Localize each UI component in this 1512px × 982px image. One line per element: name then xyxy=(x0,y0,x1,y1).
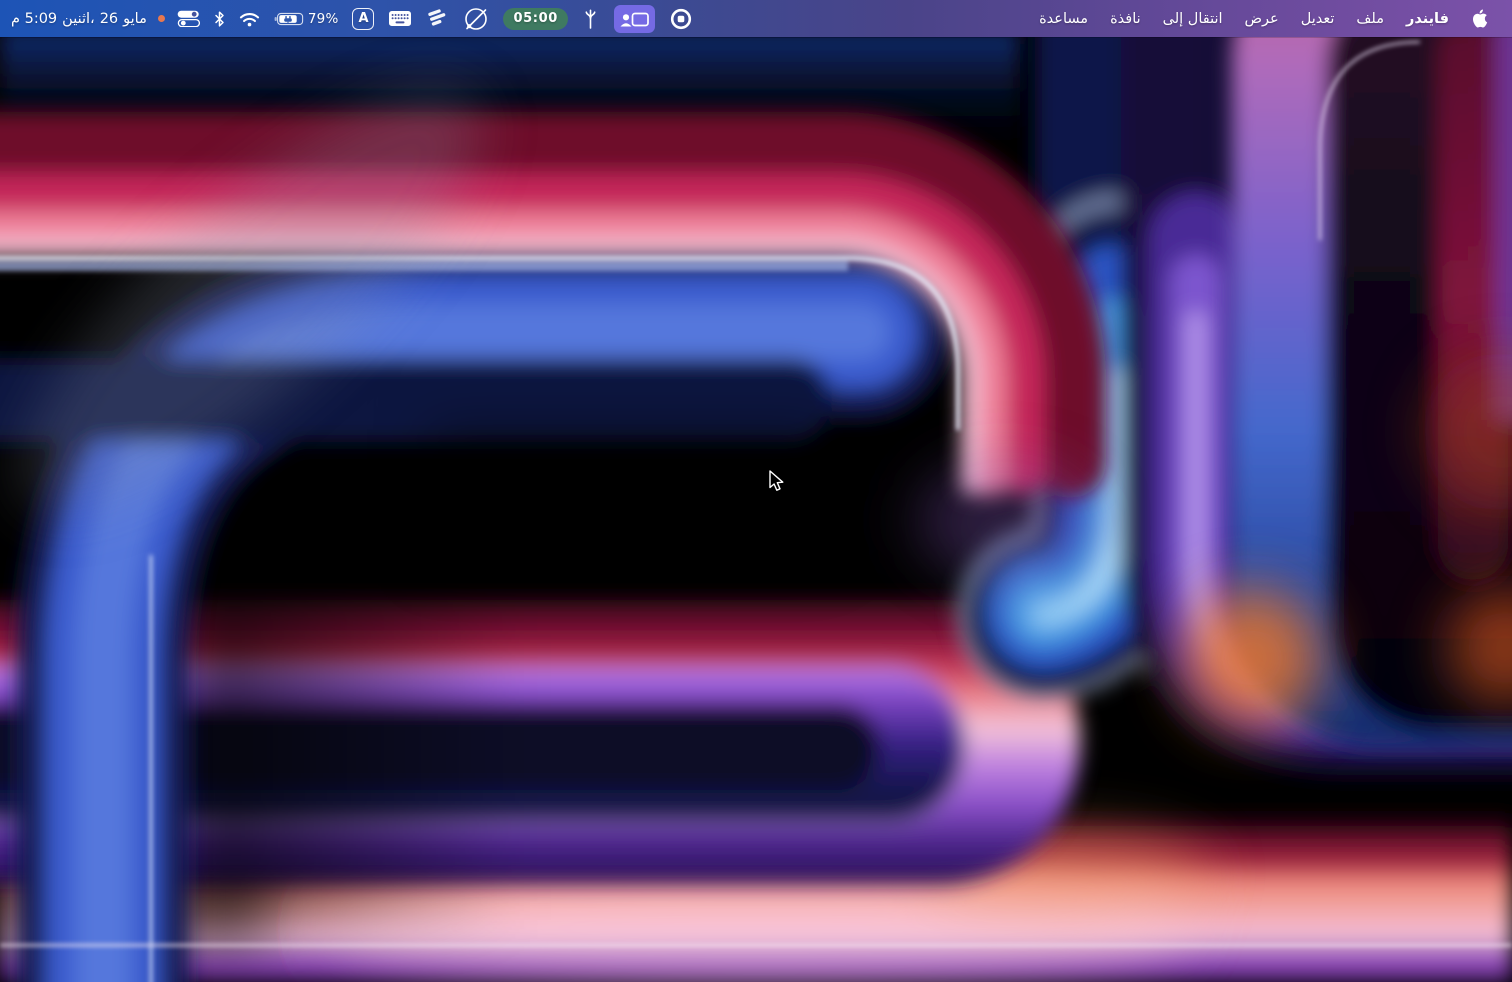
clock-date-word: اثنين، xyxy=(62,11,95,27)
keyboard-icon xyxy=(388,10,412,27)
control-center-toggles-icon xyxy=(177,10,200,27)
timer-menu-extra[interactable]: 05:00 xyxy=(496,0,574,37)
menubar-clock[interactable]: 5:09 م اثنين، 26 مايو xyxy=(5,0,153,37)
menu-bar: 5:09 م اثنين، 26 مايو xyxy=(0,0,1512,37)
screen-sharing-menu-extra[interactable] xyxy=(606,0,663,37)
clock-date-word: مايو xyxy=(123,11,147,27)
input-source-menu-extra[interactable]: A xyxy=(345,0,381,37)
menu-item-window[interactable]: نافذة xyxy=(1099,0,1152,37)
battery-menu-extra[interactable]: 79% xyxy=(267,0,346,37)
compass-menu-extra[interactable] xyxy=(456,0,496,37)
battery-percentage: 79% xyxy=(308,11,339,27)
screen-sharing-active-icon xyxy=(614,5,655,33)
wifi-icon xyxy=(239,11,260,27)
timer-pill: 05:00 xyxy=(503,8,567,30)
app-menus-cluster: فايندرملفتعديلعرضانتقال إلىنافذةمساعدة xyxy=(1028,0,1512,37)
keyboard-menu-extra[interactable] xyxy=(381,0,419,37)
compass-icon xyxy=(463,6,489,32)
capture-app-menu-extra[interactable] xyxy=(419,0,456,37)
menu-item-view[interactable]: عرض xyxy=(1234,0,1290,37)
menu-item-finder[interactable]: فايندر xyxy=(1395,0,1460,37)
control-center-button[interactable] xyxy=(170,0,207,37)
microphone-activity-dot xyxy=(153,0,170,37)
fork-icon xyxy=(582,9,599,29)
menu-item-help[interactable]: مساعدة xyxy=(1028,0,1099,37)
wifi-menu-extra[interactable] xyxy=(232,0,267,37)
battery-charging-icon xyxy=(274,12,304,26)
clock-date: اثنين، 26 مايو xyxy=(62,11,147,27)
bluetooth-icon xyxy=(214,11,225,27)
timer-value: 05:00 xyxy=(513,11,557,26)
mic-indicator-icon xyxy=(158,15,165,22)
menu-item-edit[interactable]: تعديل xyxy=(1290,0,1346,37)
bluetooth-menu-extra[interactable] xyxy=(207,0,232,37)
desktop-wallpaper xyxy=(0,0,1512,982)
apple-icon xyxy=(1472,9,1488,28)
fork-menu-extra[interactable] xyxy=(575,0,606,37)
menu-item-go[interactable]: انتقال إلى xyxy=(1152,0,1234,37)
screen-recording-stop-icon xyxy=(670,8,692,30)
screen-recording-stop-button[interactable] xyxy=(663,0,699,37)
status-cluster: 5:09 م اثنين، 26 مايو xyxy=(0,0,699,37)
clock-date-word: 26 xyxy=(100,11,118,27)
apple-menu[interactable] xyxy=(1460,0,1500,37)
capture-app-icon xyxy=(426,8,449,29)
clock-time: 5:09 م xyxy=(11,11,57,27)
input-source-box: A xyxy=(352,8,374,30)
menu-item-file[interactable]: ملف xyxy=(1345,0,1395,37)
